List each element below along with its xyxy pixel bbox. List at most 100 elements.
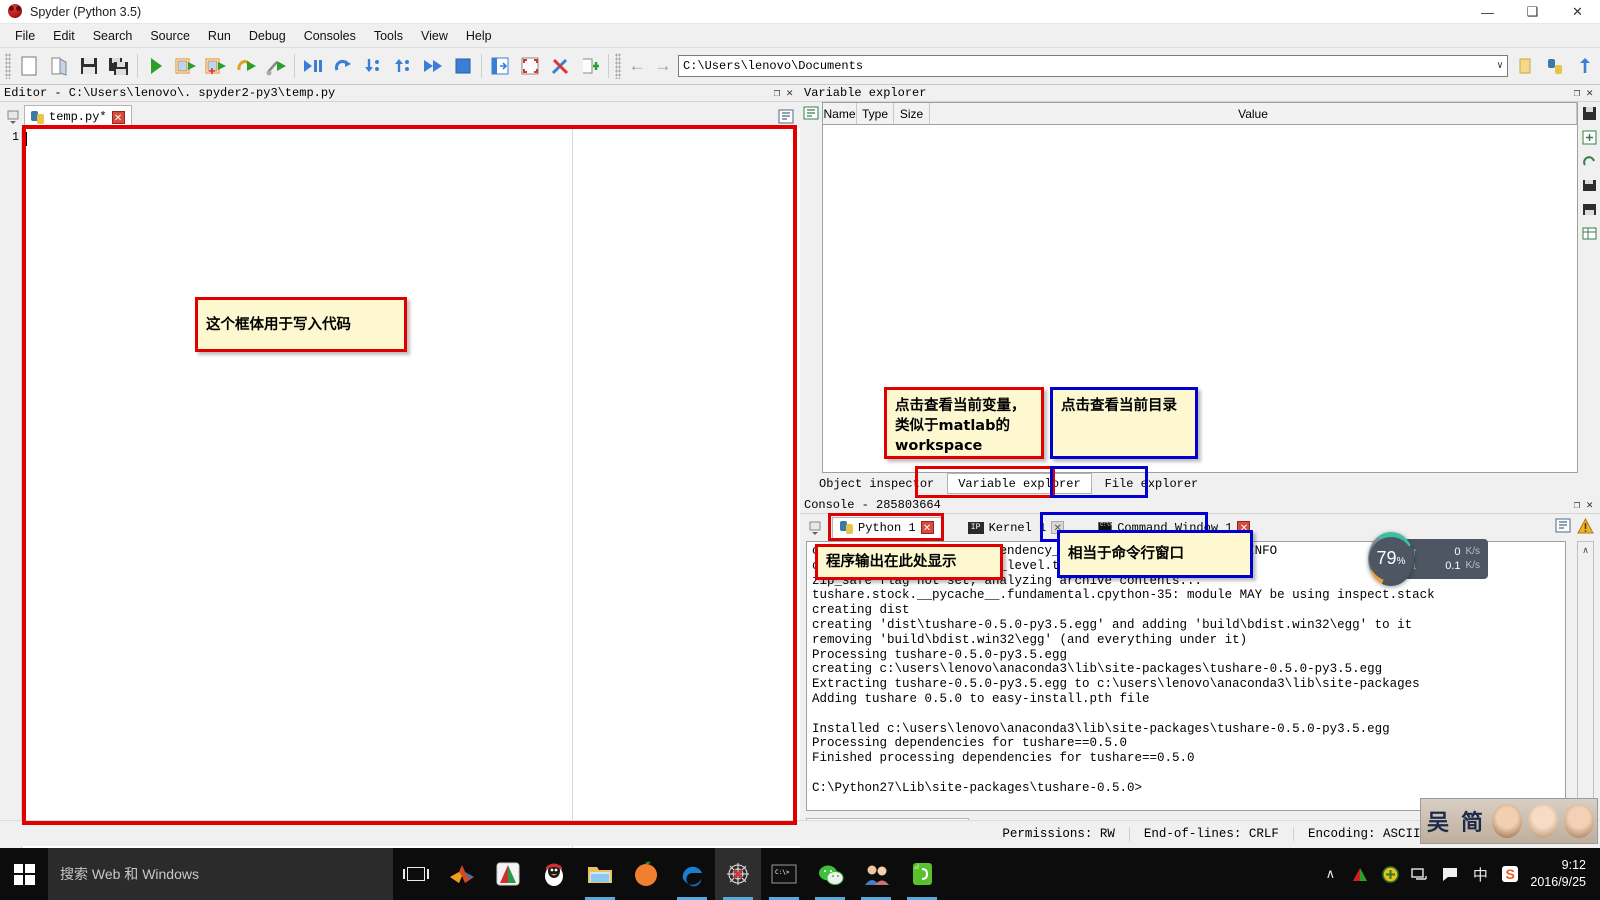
console-warning-icon[interactable]: [1577, 517, 1594, 537]
avatar-3[interactable]: [1564, 804, 1594, 838]
tab-file-explorer[interactable]: File explorer: [1093, 473, 1210, 494]
taskbar-app-orange[interactable]: [623, 848, 669, 900]
column-header-type[interactable]: Type: [857, 103, 894, 124]
close-button[interactable]: ✕: [1555, 0, 1600, 24]
console-close-icon[interactable]: ✕: [1586, 498, 1593, 512]
rail-refresh-icon[interactable]: [1580, 152, 1598, 170]
editor-browse-tabs-icon[interactable]: [2, 106, 24, 128]
run-cell-icon[interactable]: [171, 51, 201, 81]
task-view-button[interactable]: [393, 848, 439, 900]
editor-tab-close-icon[interactable]: ✕: [111, 110, 125, 124]
run-cell-advance-icon[interactable]: [201, 51, 231, 81]
configure-icon[interactable]: [261, 51, 291, 81]
menu-source[interactable]: Source: [141, 26, 199, 46]
taskbar-app-matlab[interactable]: [439, 848, 485, 900]
new-file-icon[interactable]: [14, 51, 44, 81]
taskbar-app-foxit-reader[interactable]: [485, 848, 531, 900]
preferences-icon[interactable]: [545, 51, 575, 81]
menu-search[interactable]: Search: [84, 26, 142, 46]
editor-options-icon[interactable]: [778, 109, 800, 128]
editor-undock-icon[interactable]: ❐: [774, 86, 781, 100]
network-icon[interactable]: [1410, 864, 1430, 884]
floating-contacts-strip[interactable]: 吴 简: [1420, 798, 1598, 844]
console-browse-tabs-icon[interactable]: [804, 517, 826, 539]
rail-table-icon[interactable]: [1580, 224, 1598, 242]
debug-stop-icon[interactable]: [448, 51, 478, 81]
python-path-icon[interactable]: [575, 51, 605, 81]
ime-icon[interactable]: 中: [1470, 864, 1490, 884]
browse-folder-icon[interactable]: [1510, 51, 1540, 81]
variable-explorer-close-icon[interactable]: ✕: [1586, 86, 1593, 100]
console-tab-python-1-close-icon[interactable]: ✕: [920, 521, 934, 534]
working-directory-input[interactable]: C:\Users\lenovo\Documents ∨: [678, 55, 1508, 77]
debug-continue-icon[interactable]: [418, 51, 448, 81]
debug-step-return-icon[interactable]: [388, 51, 418, 81]
start-button[interactable]: [0, 848, 48, 900]
save-file-icon[interactable]: [74, 51, 104, 81]
console-options-icon[interactable]: [1555, 518, 1571, 537]
editor-close-icon[interactable]: ✕: [786, 86, 793, 100]
tray-expand-chevron-icon[interactable]: ∧: [1320, 864, 1340, 884]
menu-edit[interactable]: Edit: [44, 26, 84, 46]
tab-object-inspector[interactable]: Object inspector: [808, 473, 946, 494]
taskbar-app-wechat[interactable]: [807, 848, 853, 900]
menu-run[interactable]: Run: [199, 26, 240, 46]
console-tab-python-1[interactable]: Python 1 ✕: [832, 516, 942, 539]
sogou-icon[interactable]: S: [1500, 864, 1520, 884]
variable-explorer-options-icon[interactable]: [800, 102, 822, 125]
maximize-pane-icon[interactable]: [485, 51, 515, 81]
taskbar-search-input[interactable]: 搜索 Web 和 Windows: [48, 848, 393, 900]
console-output-text[interactable]: c ... dependency_links.txt ...\egg\EGG-I…: [806, 541, 1566, 811]
console-undock-icon[interactable]: ❐: [1574, 498, 1581, 512]
notification-icon[interactable]: [1440, 864, 1460, 884]
open-file-icon[interactable]: [44, 51, 74, 81]
avatar-2[interactable]: [1528, 804, 1558, 838]
debug-step-into-icon[interactable]: [358, 51, 388, 81]
scroll-up-icon[interactable]: ∧: [1578, 542, 1593, 558]
red-triangle-icon[interactable]: [1350, 864, 1370, 884]
menu-consoles[interactable]: Consoles: [295, 26, 365, 46]
path-back-button[interactable]: ←: [624, 56, 650, 76]
save-all-icon[interactable]: [104, 51, 134, 81]
taskbar-app-evernote[interactable]: [899, 848, 945, 900]
editor-code-area-container[interactable]: 1: [0, 128, 800, 848]
variable-explorer-undock-icon[interactable]: ❐: [1574, 86, 1581, 100]
rail-export-icon[interactable]: [1580, 176, 1598, 194]
debug-file-icon[interactable]: [231, 51, 261, 81]
menu-view[interactable]: View: [412, 26, 457, 46]
editor-tab-temp-py[interactable]: temp.py* ✕: [24, 105, 132, 128]
taskbar-app-edge[interactable]: [669, 848, 715, 900]
column-header-size[interactable]: Size: [894, 103, 930, 124]
taskbar-app-qq-contacts[interactable]: [853, 848, 899, 900]
tab-variable-explorer[interactable]: Variable explorer: [947, 473, 1092, 494]
column-header-name[interactable]: Name: [823, 103, 857, 124]
rail-save-icon[interactable]: [1580, 104, 1598, 122]
taskbar-clock[interactable]: 9:12 2016/9/25: [1530, 857, 1592, 891]
shield-icon[interactable]: [1380, 864, 1400, 884]
console-tab-kernel-1[interactable]: IP Kernel 1 ✕: [959, 516, 1073, 539]
rail-insert-icon[interactable]: [1580, 128, 1598, 146]
toolbar-handle[interactable]: [5, 53, 11, 79]
menu-help[interactable]: Help: [457, 26, 501, 46]
column-header-value[interactable]: Value: [930, 103, 1577, 124]
taskbar-app-spyder[interactable]: [715, 848, 761, 900]
console-scrollbar[interactable]: ∧ ∨: [1577, 541, 1594, 811]
avatar-1[interactable]: [1492, 804, 1523, 838]
path-toolbar-handle[interactable]: [615, 53, 621, 79]
parent-directory-icon[interactable]: [1570, 51, 1600, 81]
path-forward-button[interactable]: →: [650, 56, 676, 76]
python-console-icon[interactable]: [1540, 51, 1570, 81]
menu-tools[interactable]: Tools: [365, 26, 412, 46]
taskbar-app-command-prompt[interactable]: C:\>: [761, 848, 807, 900]
fullscreen-icon[interactable]: [515, 51, 545, 81]
menu-file[interactable]: File: [6, 26, 44, 46]
system-monitor-widget[interactable]: 79% ↑ 0 K/s ↓ 0.1 K/s: [1368, 531, 1488, 586]
debug-run-icon[interactable]: [328, 51, 358, 81]
rail-export-all-icon[interactable]: [1580, 200, 1598, 218]
run-file-icon[interactable]: [141, 51, 171, 81]
editor-text-area[interactable]: [22, 128, 800, 848]
taskbar-app-qq[interactable]: [531, 848, 577, 900]
menu-debug[interactable]: Debug: [240, 26, 295, 46]
debug-step-icon[interactable]: [298, 51, 328, 81]
maximize-button[interactable]: ❑: [1510, 0, 1555, 24]
